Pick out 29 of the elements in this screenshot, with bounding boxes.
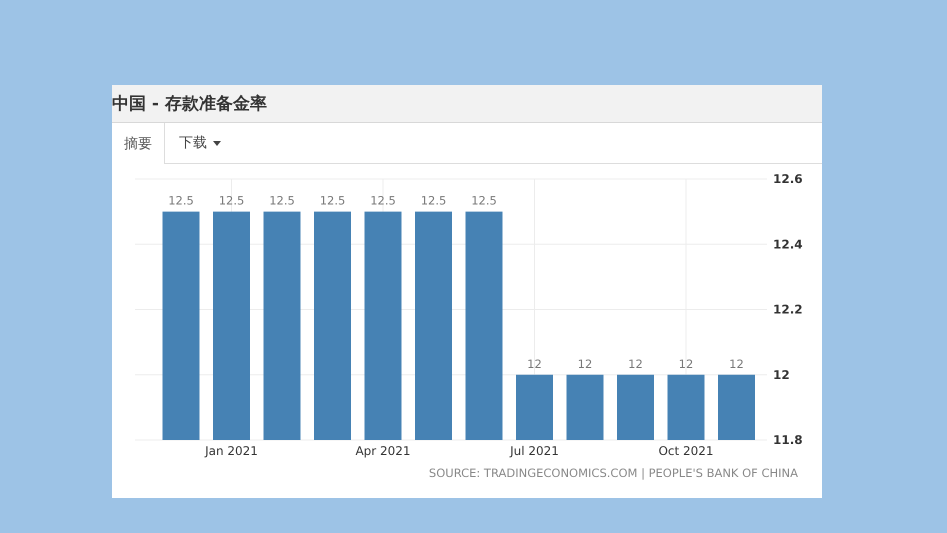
y-axis-label: 12.2 [773,302,803,316]
data-label: 12.5 [471,194,497,208]
data-label: 12.5 [218,194,244,208]
y-axis-label: 12.4 [773,237,803,252]
y-axis-label: 12.6 [773,172,803,186]
bar [516,374,553,440]
data-label: 12 [578,356,592,371]
x-axis-label: Jan 2021 [205,444,258,458]
bar [617,374,654,440]
x-axis-label: Jul 2021 [510,444,559,458]
data-label: 12.5 [320,194,346,208]
caret-icon [213,140,221,146]
bar [566,374,604,440]
data-label: 12 [527,356,542,371]
y-axis-label: 11.8 [773,433,803,447]
data-label: 12.5 [269,194,295,208]
data-label: 12 [729,356,744,371]
source-note: SOURCE: TRADINGECONOMICS.COM | PEOPLE'S BANK OF CHINA [428,466,799,480]
data-label: 12.5 [370,194,396,208]
x-axis-label: Apr 2021 [355,444,411,458]
bar [718,374,755,440]
data-label: 12 [678,356,694,371]
data-label: 12.5 [420,194,446,208]
y-axis-label: 12 [773,368,790,382]
data-label: 12 [628,356,643,371]
data-label: 12.5 [168,194,194,208]
chart-title: 中国 - 存款准备金率 [112,93,267,115]
bar [668,374,704,440]
x-axis-label: Oct 2021 [658,444,714,458]
